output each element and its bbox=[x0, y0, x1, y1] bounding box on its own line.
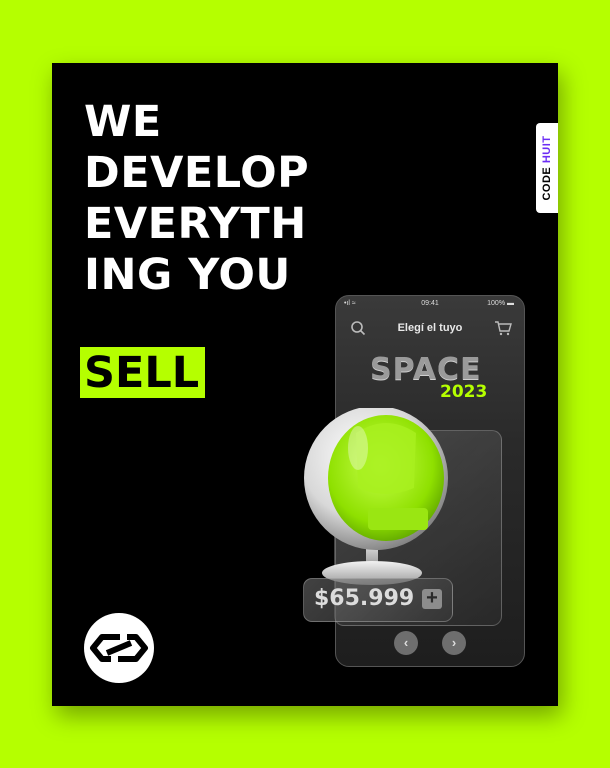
cart-icon[interactable] bbox=[494, 320, 512, 336]
brand-tab: CODE HUIT bbox=[536, 123, 558, 213]
next-button[interactable]: › bbox=[442, 631, 466, 655]
poster: WE DEVELOP EVERYTH ING YOU SELL CODE HUI… bbox=[52, 63, 558, 706]
headline-line-4: ING YOU bbox=[84, 250, 291, 300]
headline-line-3: EVERYTH bbox=[84, 199, 307, 249]
price-tag: $65.999 + bbox=[303, 578, 453, 622]
battery-icon: 100% ▬ bbox=[487, 300, 514, 307]
headline-line-2: DEVELOP bbox=[84, 148, 310, 198]
infinity-loop-icon bbox=[90, 634, 148, 662]
headline: WE DEVELOP EVERYTH ING YOU bbox=[84, 97, 309, 301]
headline-line-1: WE bbox=[84, 97, 162, 147]
brand-logo bbox=[84, 613, 154, 683]
add-to-cart-button[interactable]: + bbox=[422, 588, 442, 609]
banner-year: 2023 bbox=[440, 382, 488, 402]
brand-name-part1: CODE bbox=[541, 166, 553, 201]
brand-name: CODE HUIT bbox=[541, 135, 553, 200]
status-bar: •ıl ≈ 09:41 100% ▬ bbox=[336, 300, 524, 310]
prev-button[interactable]: ‹ bbox=[394, 631, 418, 655]
headline-highlight: SELL bbox=[80, 347, 206, 398]
ball-chair-image bbox=[304, 408, 448, 585]
phone-header: Elegí el tuyo bbox=[336, 318, 524, 338]
product-price: $65.999 bbox=[314, 586, 415, 611]
brand-name-part2: HUIT bbox=[541, 135, 553, 164]
